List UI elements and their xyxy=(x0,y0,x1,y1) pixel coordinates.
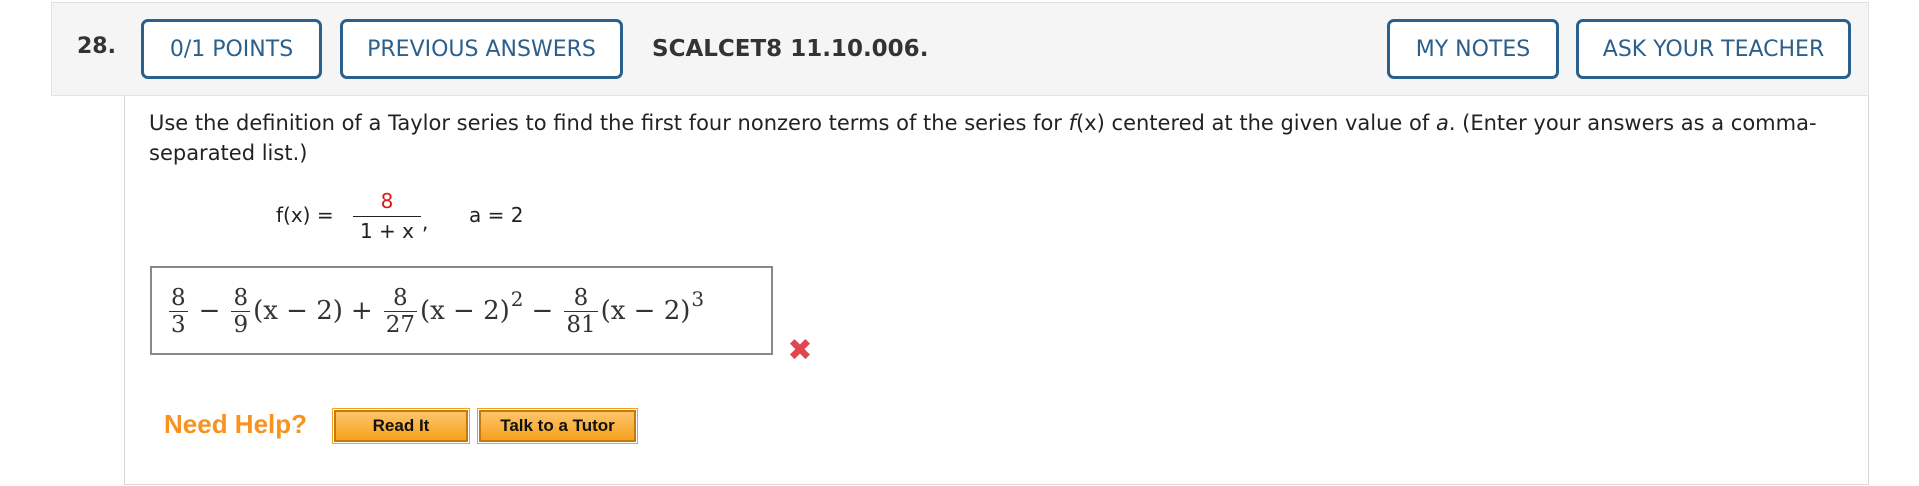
answer-expression: 83 − 89 (x − 2) + 8 27 (x − 2) 2 − 8 81 (x … xyxy=(166,278,704,344)
question-number: 28. xyxy=(77,34,116,59)
points-button[interactable]: 0/1 POINTS xyxy=(141,19,322,79)
previous-answers-button[interactable]: PREVIOUS ANSWERS xyxy=(340,19,623,79)
term-1: 83 xyxy=(169,284,188,338)
prompt-text-1: Use the definition of a Taylor series to… xyxy=(149,111,1069,135)
function-denominator: 1 + x xyxy=(359,219,415,243)
function-fraction: 8 1 + x xyxy=(353,188,421,243)
prompt-text-3: centered at the given value of xyxy=(1104,111,1436,135)
function-label: f(x) = xyxy=(276,203,334,227)
operator-1: − xyxy=(198,296,221,326)
center-value: a = 2 xyxy=(469,203,524,227)
answer-field[interactable]: 83 − 89 (x − 2) + 8 27 (x − 2) 2 − 8 81 (x … xyxy=(150,266,773,355)
term-4-coefficient: 8 81 xyxy=(564,284,598,338)
operator-3: − xyxy=(531,296,554,326)
term-3-factor: (x − 2) xyxy=(419,296,510,326)
term-3-coefficient: 8 27 xyxy=(383,284,417,338)
x-mark-icon: ✖ xyxy=(787,333,813,368)
read-it-button[interactable]: Read It xyxy=(332,408,470,444)
prompt-a: a xyxy=(1435,111,1449,135)
ask-your-teacher-button[interactable]: ASK YOUR TEACHER xyxy=(1576,19,1851,79)
prompt-text-2: (x) xyxy=(1076,111,1105,135)
my-notes-button[interactable]: MY NOTES xyxy=(1387,19,1559,79)
function-numerator: 8 xyxy=(380,189,394,213)
term-2-coefficient: 89 xyxy=(231,284,251,338)
question-title: SCALCET8 11.10.006. xyxy=(652,36,929,62)
term-2-factor: (x − 2) xyxy=(253,296,343,326)
need-help-label: Need Help? xyxy=(164,409,308,439)
term-4-exponent: 3 xyxy=(691,287,705,311)
prompt-f: f xyxy=(1068,111,1077,135)
term-4-factor: (x − 2) xyxy=(600,296,691,326)
question-prompt: Use the definition of a Taylor series to… xyxy=(149,108,1849,168)
operator-2: + xyxy=(350,296,373,326)
function-comma: , xyxy=(422,210,429,234)
talk-to-tutor-button[interactable]: Talk to a Tutor xyxy=(477,408,638,444)
term-3-exponent: 2 xyxy=(510,287,524,311)
